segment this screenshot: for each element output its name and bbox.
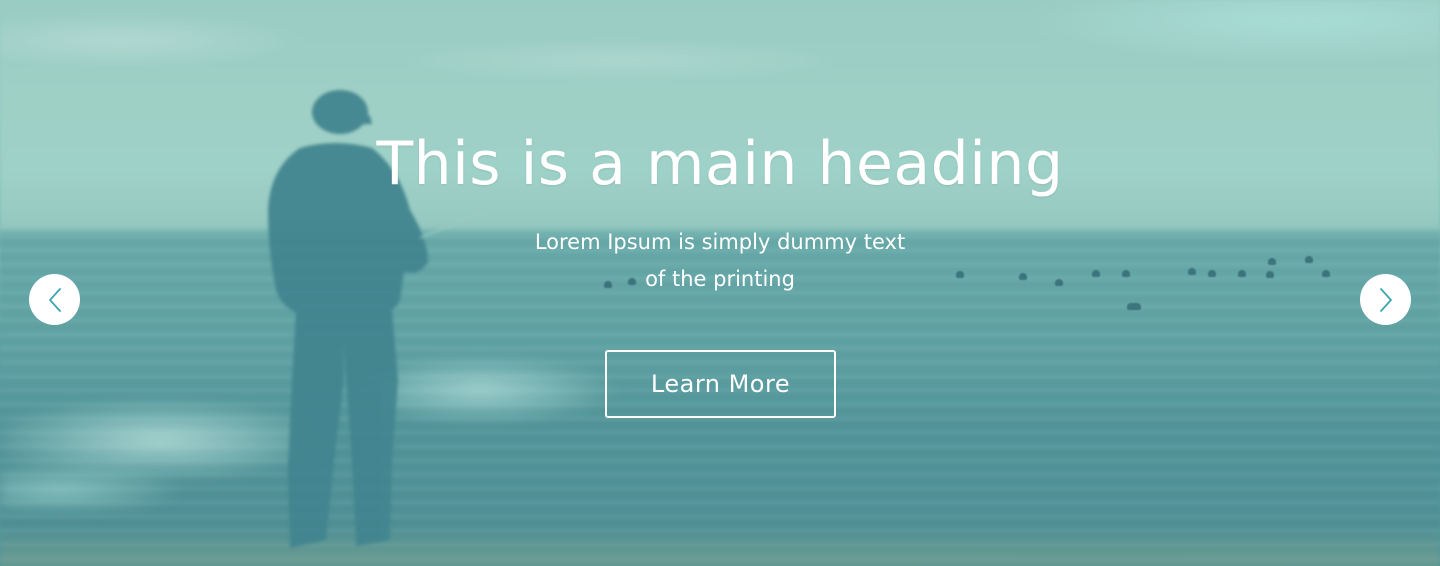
slider-next-button[interactable] <box>1360 274 1411 325</box>
hero-heading: This is a main heading <box>376 129 1064 199</box>
chevron-right-icon <box>1377 286 1395 314</box>
hero-subtext-line1: Lorem Ipsum is simply dummy text <box>534 230 906 254</box>
chevron-left-icon <box>46 286 64 314</box>
hero-slider: This is a main heading Lorem Ipsum is si… <box>0 0 1440 566</box>
hero-content: This is a main heading Lorem Ipsum is si… <box>0 0 1440 566</box>
learn-more-button[interactable]: Learn More <box>605 350 836 418</box>
hero-subtext-line2: of the printing <box>645 267 795 291</box>
slider-prev-button[interactable] <box>29 274 80 325</box>
hero-subtext: Lorem Ipsum is simply dummy text of the … <box>520 224 920 298</box>
